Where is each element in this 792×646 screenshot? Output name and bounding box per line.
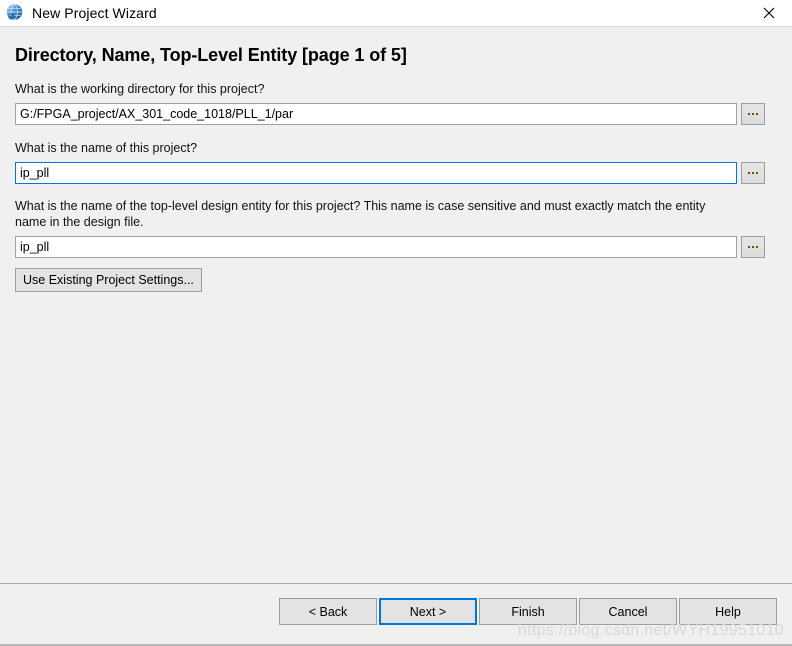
finish-button[interactable]: Finish	[479, 598, 577, 625]
page-title: Directory, Name, Top-Level Entity [page …	[15, 45, 407, 65]
window-title: New Project Wizard	[32, 5, 157, 21]
globe-icon	[5, 3, 25, 23]
ellipsis-dot-icon	[756, 172, 758, 174]
ellipsis-dot-icon	[748, 113, 750, 115]
field-row-project-name	[15, 162, 777, 184]
ellipsis-dot-icon	[752, 113, 754, 115]
ellipsis-dot-icon	[748, 172, 750, 174]
browse-working-directory-button[interactable]	[741, 103, 765, 125]
browse-top-level-entity-button[interactable]	[741, 236, 765, 258]
use-existing-project-settings-button[interactable]: Use Existing Project Settings...	[15, 268, 202, 292]
ellipsis-dot-icon	[756, 246, 758, 248]
wizard-footer: < Back Next > Finish Cancel Help https:/…	[0, 583, 792, 644]
help-button[interactable]: Help	[679, 598, 777, 625]
close-button[interactable]	[746, 0, 792, 26]
project-name-input[interactable]	[15, 162, 737, 184]
ellipsis-dot-icon	[752, 172, 754, 174]
label-project-name: What is the name of this project?	[15, 141, 198, 155]
top-level-entity-input[interactable]	[15, 236, 737, 258]
cancel-button[interactable]: Cancel	[579, 598, 677, 625]
next-button[interactable]: Next >	[379, 598, 477, 625]
ellipsis-dot-icon	[752, 246, 754, 248]
field-row-working-directory	[15, 103, 777, 125]
working-directory-input[interactable]	[15, 103, 737, 125]
back-button[interactable]: < Back	[279, 598, 377, 625]
footer-button-group: < Back Next > Finish Cancel Help	[277, 598, 777, 625]
field-row-top-level-entity	[15, 236, 777, 258]
label-top-level-entity: What is the name of the top-level design…	[15, 199, 706, 229]
ellipsis-dot-icon	[748, 246, 750, 248]
ellipsis-dot-icon	[756, 113, 758, 115]
label-working-directory: What is the working directory for this p…	[15, 82, 265, 96]
wizard-content: Directory, Name, Top-Level Entity [page …	[0, 27, 792, 583]
new-project-wizard-window: New Project Wizard Directory, Name, Top-…	[0, 0, 792, 646]
title-bar: New Project Wizard	[0, 0, 792, 27]
browse-project-name-button[interactable]	[741, 162, 765, 184]
close-icon	[763, 7, 775, 19]
